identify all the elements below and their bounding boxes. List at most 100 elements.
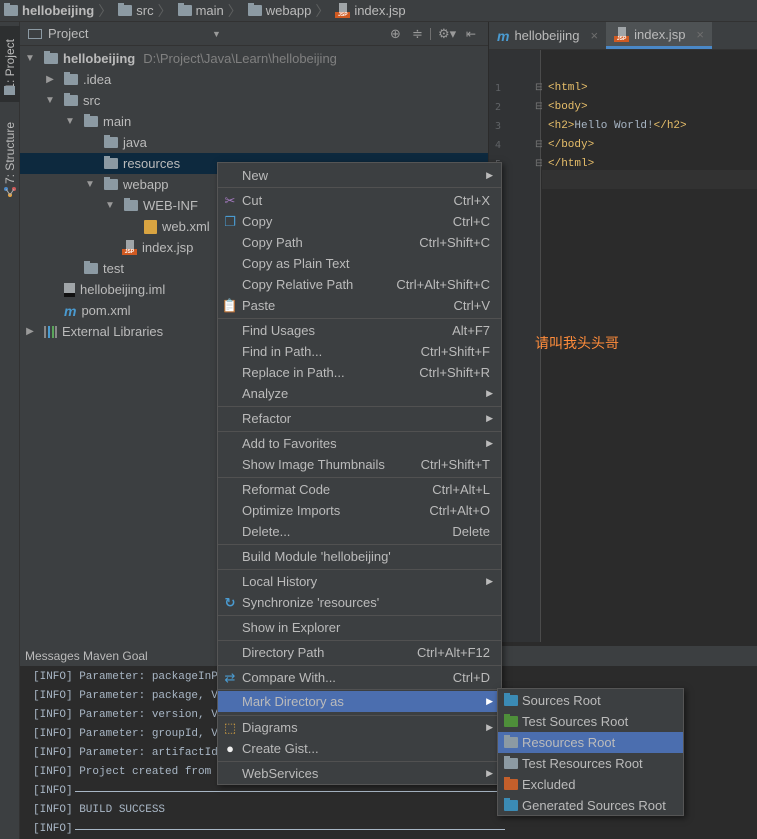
menu-item-find-usages[interactable]: Find Usages Alt+F7 bbox=[218, 320, 501, 341]
folder-icon bbox=[84, 261, 98, 274]
breadcrumb-main[interactable]: main bbox=[177, 3, 224, 18]
menu-separator bbox=[218, 640, 501, 641]
navigation-bar: hellobeijing 〉 src 〉 main 〉 webapp 〉 JSP… bbox=[0, 0, 757, 22]
menu-item-replace-in-path[interactable]: Replace in Path... Ctrl+Shift+R bbox=[218, 362, 501, 383]
menu-item-diagrams[interactable]: ⬚ Diagrams ▶ bbox=[218, 717, 501, 738]
menu-item-show-in-explorer[interactable]: Show in Explorer bbox=[218, 617, 501, 638]
expand-arrow-icon[interactable]: ▼ bbox=[44, 95, 56, 106]
menu-item-local-history[interactable]: Local History ▶ bbox=[218, 571, 501, 592]
folder-icon bbox=[247, 3, 262, 16]
copy-icon: ❐ bbox=[224, 213, 236, 229]
log-line: [INFO] Parameter: package, Valu bbox=[33, 690, 238, 702]
submenu-item-test-resources-root[interactable]: Test Resources Root bbox=[498, 753, 683, 774]
folder-icon bbox=[104, 177, 118, 190]
breadcrumb-index-jsp[interactable]: JSP index.jsp bbox=[335, 3, 406, 18]
submenu-item-resources-root[interactable]: Resources Root bbox=[498, 732, 683, 753]
line-number: 2 bbox=[495, 102, 502, 113]
context-menu: New ▶ ✂ Cut Ctrl+X ❐ Copy Ctrl+C Copy Path Ctr… bbox=[217, 162, 502, 785]
menu-item-cut[interactable]: ✂ Cut Ctrl+X bbox=[218, 190, 501, 211]
breadcrumb-src[interactable]: src bbox=[118, 3, 154, 18]
submenu-arrow-icon: ▶ bbox=[486, 576, 493, 586]
breadcrumb-separator: 〉 bbox=[157, 2, 172, 19]
collapse-all-icon[interactable]: ≑ bbox=[412, 26, 423, 42]
menu-item-copy-plain-text[interactable]: Copy as Plain Text bbox=[218, 253, 501, 274]
folder-icon bbox=[118, 3, 133, 16]
menu-item-add-to-favorites[interactable]: Add to Favorites ▶ bbox=[218, 433, 501, 454]
menu-item-copy[interactable]: ❐ Copy Ctrl+C bbox=[218, 211, 501, 232]
menu-item-synchronize[interactable]: ↻ Synchronize 'resources' bbox=[218, 592, 501, 613]
menu-separator bbox=[218, 431, 501, 432]
line-number: 4 bbox=[495, 140, 502, 151]
project-icon bbox=[4, 86, 15, 95]
structure-icon bbox=[4, 185, 16, 197]
menu-item-compare-with[interactable]: ⇄ Compare With... Ctrl+D bbox=[218, 667, 501, 688]
close-icon[interactable]: × bbox=[696, 27, 704, 42]
hide-panel-icon[interactable]: ⇤ bbox=[466, 27, 476, 41]
project-view-selector[interactable]: Project bbox=[48, 26, 88, 41]
code-line: <h2>Hello World!</h2> bbox=[548, 120, 687, 132]
tree-item-java[interactable]: java bbox=[20, 132, 488, 153]
expand-arrow-icon[interactable]: ▼ bbox=[84, 179, 96, 190]
menu-item-directory-path[interactable]: Directory Path Ctrl+Alt+F12 bbox=[218, 642, 501, 663]
module-folder-icon bbox=[44, 51, 58, 64]
collapse-arrow-icon[interactable]: ▶ bbox=[44, 74, 56, 85]
breadcrumb-webapp[interactable]: webapp bbox=[247, 3, 311, 18]
tree-item-idea[interactable]: ▶ .idea bbox=[20, 69, 488, 90]
submenu-item-sources-root[interactable]: Sources Root bbox=[498, 690, 683, 711]
collapse-arrow-icon[interactable]: ▶ bbox=[24, 326, 36, 337]
submenu-item-generated-sources-root[interactable]: Generated Sources Root bbox=[498, 795, 683, 816]
tab-hellobeijing[interactable]: m hellobeijing × bbox=[489, 22, 606, 49]
menu-item-optimize-imports[interactable]: Optimize Imports Ctrl+Alt+O bbox=[218, 500, 501, 521]
menu-item-delete[interactable]: Delete... Delete bbox=[218, 521, 501, 542]
tab-index-jsp[interactable]: JSP index.jsp × bbox=[606, 22, 713, 49]
menu-item-build-module[interactable]: Build Module 'hellobeijing' bbox=[218, 546, 501, 567]
expand-arrow-icon[interactable]: ▼ bbox=[64, 116, 76, 127]
code-line: <body> bbox=[548, 101, 588, 113]
code-line: </body> bbox=[548, 139, 595, 151]
menu-item-mark-directory-as[interactable]: Mark Directory as ▶ bbox=[218, 691, 501, 712]
menu-item-show-image-thumbnails[interactable]: Show Image Thumbnails Ctrl+Shift+T bbox=[218, 454, 501, 475]
folder-icon bbox=[177, 3, 192, 16]
maven-icon: m bbox=[497, 27, 510, 44]
resources-root-icon bbox=[504, 735, 518, 748]
tab-structure[interactable]: 7: Structure bbox=[0, 118, 20, 188]
close-icon[interactable]: × bbox=[591, 28, 599, 43]
github-icon: ● bbox=[226, 741, 234, 756]
breadcrumb-separator: 〉 bbox=[315, 2, 330, 19]
folder-icon bbox=[104, 135, 118, 148]
tree-item-src[interactable]: ▼ src bbox=[20, 90, 488, 111]
menu-item-refactor[interactable]: Refactor ▶ bbox=[218, 408, 501, 429]
excluded-icon bbox=[504, 777, 518, 790]
log-line: [INFO] Parameter: groupId, Valu bbox=[33, 728, 238, 740]
jsp-file-icon: JSP bbox=[614, 26, 630, 42]
menu-separator bbox=[218, 544, 501, 545]
menu-item-analyze[interactable]: Analyze ▶ bbox=[218, 383, 501, 404]
menu-item-copy-path[interactable]: Copy Path Ctrl+Shift+C bbox=[218, 232, 501, 253]
tree-item-hellobeijing[interactable]: ▼ hellobeijing D:\Project\Java\Learn\hel… bbox=[20, 48, 488, 69]
log-separator bbox=[75, 829, 505, 830]
chevron-down-icon[interactable]: ▼ bbox=[212, 29, 221, 39]
expand-arrow-icon[interactable]: ▼ bbox=[24, 53, 36, 64]
maven-icon: m bbox=[64, 302, 77, 319]
divider bbox=[430, 28, 431, 40]
submenu-item-test-sources-root[interactable]: Test Sources Root bbox=[498, 711, 683, 732]
expand-arrow-icon[interactable]: ▼ bbox=[104, 200, 116, 211]
menu-separator bbox=[218, 569, 501, 570]
breadcrumb-hellobeijing[interactable]: hellobeijing bbox=[4, 3, 94, 18]
menu-item-find-in-path[interactable]: Find in Path... Ctrl+Shift+F bbox=[218, 341, 501, 362]
caret-row-highlight bbox=[542, 170, 757, 189]
menu-item-copy-relative-path[interactable]: Copy Relative Path Ctrl+Alt+Shift+C bbox=[218, 274, 501, 295]
menu-item-reformat-code[interactable]: Reformat Code Ctrl+Alt+L bbox=[218, 479, 501, 500]
menu-item-create-gist[interactable]: ● Create Gist... bbox=[218, 738, 501, 759]
tree-item-main[interactable]: ▼ main bbox=[20, 111, 488, 132]
locate-icon[interactable]: ⊕ bbox=[390, 26, 401, 42]
log-line: [INFO] Parameter: artifactId, V bbox=[33, 747, 238, 759]
menu-item-webservices[interactable]: WebServices ▶ bbox=[218, 763, 501, 784]
submenu-arrow-icon: ▶ bbox=[486, 413, 493, 423]
menu-item-paste[interactable]: 📋 Paste Ctrl+V bbox=[218, 295, 501, 316]
gear-icon[interactable]: ⚙▾ bbox=[438, 26, 456, 42]
menu-item-new[interactable]: New ▶ bbox=[218, 165, 501, 186]
submenu-item-excluded[interactable]: Excluded bbox=[498, 774, 683, 795]
project-view-icon bbox=[28, 28, 42, 39]
menu-separator bbox=[218, 318, 501, 319]
